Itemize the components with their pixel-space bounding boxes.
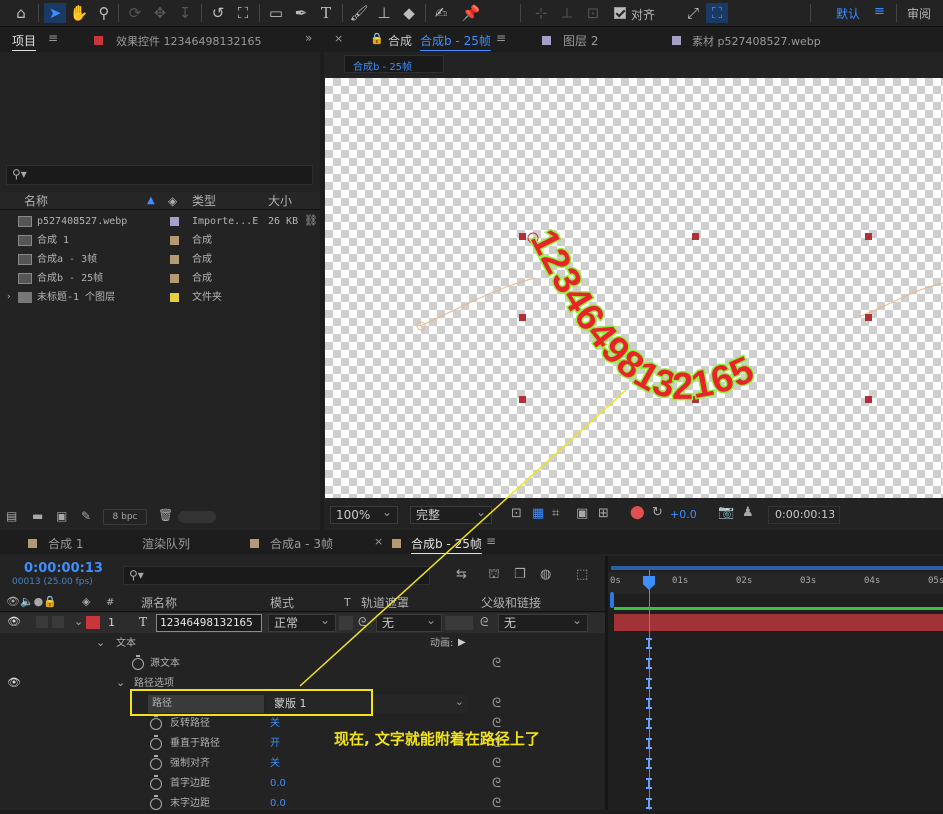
annotation-text: 现在, 文字就能附着在路径上了 [334,730,540,748]
annotation-arrow [299,389,627,687]
arrow-line [299,389,627,687]
